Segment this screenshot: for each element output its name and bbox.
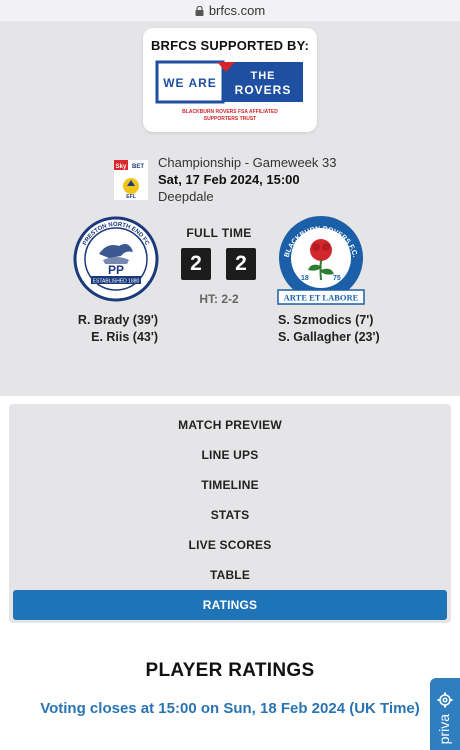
- svg-text:PP: PP: [108, 263, 124, 277]
- svg-text:WE ARE: WE ARE: [163, 76, 217, 90]
- svg-text:EFL: EFL: [126, 194, 135, 200]
- match-status: FULL TIME: [186, 226, 252, 240]
- scorer: E. Riis (43'): [91, 330, 158, 344]
- home-scorers: R. Brady (39') E. Riis (43'): [78, 312, 158, 346]
- menu-item-live-scores[interactable]: LIVE SCORES: [9, 530, 451, 560]
- home-score: 2: [181, 248, 211, 280]
- svg-text:75: 75: [333, 275, 341, 282]
- browser-address-bar[interactable]: brfcs.com: [0, 0, 460, 22]
- svg-text:ARTE ET LABORE: ARTE ET LABORE: [284, 293, 359, 303]
- away-score: 2: [226, 248, 256, 280]
- browser-url: brfcs.com: [208, 3, 266, 18]
- svg-text:BLACKBURN ROVERS FSA AFFILIATE: BLACKBURN ROVERS FSA AFFILIATED: [182, 109, 278, 115]
- gear-icon: [437, 692, 453, 708]
- match-datetime: Sat, 17 Feb 2024, 15:00: [158, 172, 300, 187]
- svg-text:ROVERS: ROVERS: [235, 83, 292, 97]
- menu-item-timeline[interactable]: TIMELINE: [9, 470, 451, 500]
- scorer: S. Gallagher (23'): [278, 330, 380, 344]
- menu-item-line-ups[interactable]: LINE UPS: [9, 440, 451, 470]
- privacy-label: priva: [436, 714, 452, 745]
- match-nav-menu: MATCH PREVIEW LINE UPS TIMELINE STATS LI…: [9, 404, 451, 623]
- svg-text:BET: BET: [132, 164, 144, 170]
- half-time-score: HT: 2-2: [199, 292, 239, 306]
- championship-badge-icon: Sky BET EFL: [114, 160, 148, 200]
- svg-text:18: 18: [301, 275, 309, 282]
- svg-text:THE: THE: [251, 70, 276, 82]
- match-header: BRFCS SUPPORTED BY: WE ARE THE ROVERS BL…: [0, 22, 460, 396]
- menu-item-ratings[interactable]: RATINGS: [13, 590, 447, 620]
- svg-text:Sky: Sky: [116, 164, 127, 170]
- blackburn-crest-icon[interactable]: BLACKBURN ROVERS F.C. 18 75 ARTE ET LABO…: [276, 214, 366, 306]
- preston-crest-icon[interactable]: PRESTON NORTH END FC ESTABLISHED 1880 PP: [73, 214, 159, 304]
- menu-item-match-preview[interactable]: MATCH PREVIEW: [9, 410, 451, 440]
- menu-item-stats[interactable]: STATS: [9, 500, 451, 530]
- privacy-settings-tab[interactable]: priva: [430, 678, 460, 750]
- scorer: R. Brady (39'): [77, 313, 158, 327]
- menu-item-table[interactable]: TABLE: [9, 560, 451, 590]
- sponsor-title: BRFCS SUPPORTED BY:: [150, 38, 310, 53]
- match-meta: Sky BET EFL Championship - Gameweek 33 S…: [112, 154, 412, 206]
- voting-deadline: Voting closes at 15:00 on Sun, 18 Feb 20…: [40, 700, 420, 717]
- scorer: S. Szmodics (7'): [278, 313, 374, 327]
- page-title: PLAYER RATINGS: [145, 660, 315, 681]
- we-are-the-rovers-logo: WE ARE THE ROVERS BLACKBURN ROVERS FSA A…: [155, 60, 305, 122]
- svg-text:ESTABLISHED 1880: ESTABLISHED 1880: [93, 279, 140, 285]
- away-scorers: S. Szmodics (7') S. Gallagher (23'): [278, 312, 380, 346]
- competition-label: Championship - Gameweek 33: [158, 155, 337, 170]
- venue-label: Deepdale: [158, 189, 214, 204]
- svg-text:SUPPORTERS TRUST: SUPPORTERS TRUST: [204, 116, 257, 122]
- sponsor-card[interactable]: BRFCS SUPPORTED BY: WE ARE THE ROVERS BL…: [143, 28, 317, 132]
- lock-icon: [195, 5, 204, 16]
